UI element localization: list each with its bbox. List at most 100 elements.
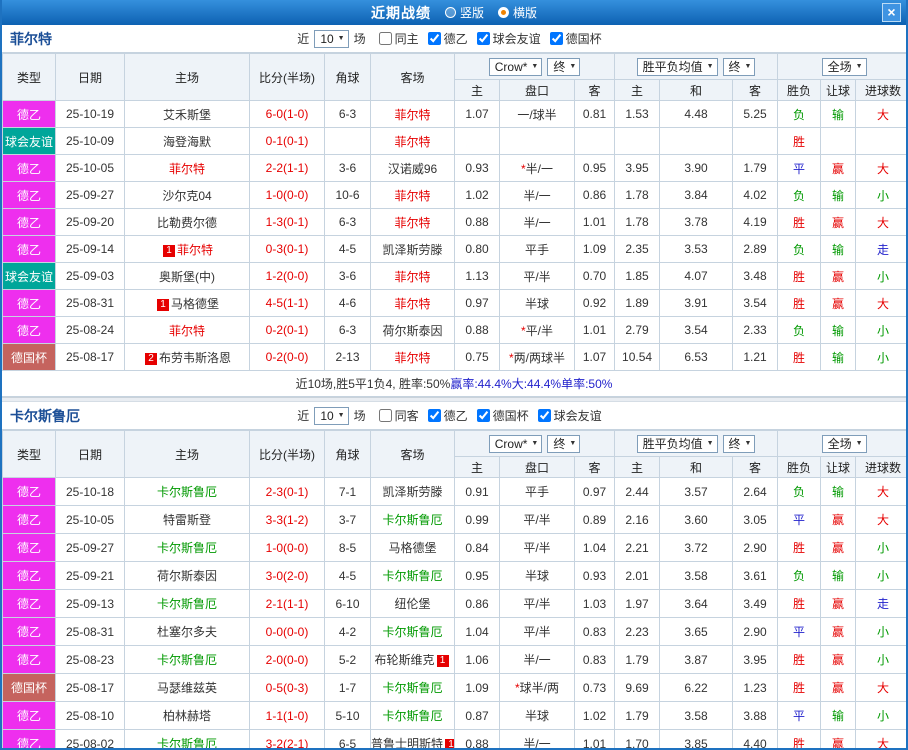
team-label: 荷尔斯泰因 bbox=[156, 569, 217, 583]
filter-option-label: 德乙 bbox=[443, 32, 468, 46]
outcome-result: 胜 bbox=[777, 589, 822, 618]
filter-checkbox[interactable] bbox=[549, 32, 563, 45]
asian-away-odds: 1.01 bbox=[573, 208, 616, 236]
team-filter-bar: 菲尔特 近 10 ▼ 场 同主 德乙 球会友谊 德国杯 bbox=[2, 25, 906, 53]
outcome-result: 胜 bbox=[777, 533, 822, 562]
col-date: 日期 bbox=[55, 430, 125, 478]
layout-toggle: 近期战绩 竖版 横版 bbox=[371, 3, 537, 23]
radio-label: 竖版 bbox=[459, 6, 484, 20]
asian-away-odds: 0.93 bbox=[573, 561, 616, 590]
match-type: 球会友谊 bbox=[2, 127, 56, 155]
handicap-result: 赢 bbox=[820, 154, 857, 182]
odds-final-select[interactable]: 终 ▼ bbox=[547, 57, 581, 76]
odds-company-select[interactable]: Crow* ▼ bbox=[488, 57, 543, 76]
europe-away-odds: 1.23 bbox=[732, 673, 779, 702]
handicap-result: 赢 bbox=[820, 673, 857, 702]
match-count-select[interactable]: 10 ▼ bbox=[314, 406, 349, 425]
filter-option[interactable]: 球会友谊 bbox=[476, 30, 541, 47]
goals-result: 小 bbox=[855, 617, 906, 646]
full-match-select[interactable]: 全场 ▼ bbox=[821, 434, 867, 453]
col-goals-result: 进球数 bbox=[855, 456, 906, 478]
col-goals-result: 进球数 bbox=[855, 79, 906, 101]
radio-icon bbox=[444, 7, 456, 18]
filter-option[interactable]: 德国杯 bbox=[549, 30, 602, 47]
team-label: 普鲁士明斯特 bbox=[371, 737, 444, 750]
asian-home-odds: 0.80 bbox=[454, 235, 500, 263]
europe-home-odds: 1.70 bbox=[614, 729, 661, 748]
filter-checkbox[interactable] bbox=[427, 32, 441, 45]
match-date: 25-10-09 bbox=[55, 127, 125, 155]
asian-handicap: 一/球半 bbox=[499, 100, 575, 128]
filter-checkbox[interactable] bbox=[476, 409, 490, 422]
filter-option-label: 德国杯 bbox=[492, 409, 529, 423]
away-team: 卡尔斯鲁厄 bbox=[370, 505, 455, 534]
filter-checkbox[interactable] bbox=[476, 32, 490, 45]
filter-option-label: 球会友谊 bbox=[553, 409, 602, 423]
odds-company-select[interactable]: Crow* ▼ bbox=[488, 434, 543, 453]
popup-title: 近期战绩 bbox=[370, 4, 431, 21]
filter-option[interactable]: 德乙 bbox=[427, 30, 468, 47]
odds-final-select[interactable]: 终 ▼ bbox=[547, 434, 581, 453]
asian-away-odds: 0.83 bbox=[573, 617, 616, 646]
europe-home-odds: 1.79 bbox=[614, 645, 661, 674]
europe-home-odds: 9.69 bbox=[614, 673, 661, 702]
corner-score bbox=[324, 127, 371, 155]
handicap-result: 赢 bbox=[820, 289, 857, 317]
europe-odds-select[interactable]: 胜平负均值 ▼ bbox=[636, 434, 718, 453]
match-row: 德乙 25-09-21 荷尔斯泰因 3-0(2-0) 4-5 卡尔斯鲁厄 0.95 半球 0.9… bbox=[2, 561, 906, 590]
match-score: 0-0(0-0) bbox=[249, 617, 325, 646]
filter-option[interactable]: 德国杯 bbox=[476, 407, 529, 424]
asian-home-odds: 0.97 bbox=[454, 289, 500, 317]
match-date: 25-08-17 bbox=[55, 343, 125, 371]
filter-option[interactable]: 德乙 bbox=[427, 407, 468, 424]
full-match-select[interactable]: 全场 ▼ bbox=[821, 57, 867, 76]
europe-away-odds: 2.33 bbox=[732, 316, 779, 344]
filter-checkbox[interactable] bbox=[378, 32, 392, 45]
europe-odds-select[interactable]: 胜平负均值 ▼ bbox=[636, 57, 718, 76]
match-score: 0-5(0-3) bbox=[249, 673, 325, 702]
red-card-badge: 1 bbox=[156, 298, 169, 311]
corner-score: 3-7 bbox=[324, 505, 371, 534]
filter-option[interactable]: 同主 bbox=[378, 30, 419, 47]
goals-result: 大 bbox=[855, 208, 906, 236]
asian-odds-group: Crow* ▼ 终 ▼ bbox=[453, 430, 616, 457]
europe-final-select[interactable]: 终 ▼ bbox=[722, 57, 756, 76]
team-label: 汉诺威96 bbox=[387, 161, 438, 176]
asian-handicap: *半/一 bbox=[499, 154, 575, 182]
home-team: 1 菲尔特 bbox=[124, 235, 250, 263]
match-row: 球会友谊 25-09-03 奥斯堡(中) 1-2(0-0) 3-6 菲尔特 1.13 平/半 0… bbox=[2, 262, 906, 290]
match-row: 球会友谊 25-10-09 海登海默 0-1(0-1) 菲尔特 胜 bbox=[2, 127, 906, 155]
summary-part: 单率:50% bbox=[561, 377, 613, 391]
filter-checkbox[interactable] bbox=[537, 409, 551, 422]
layout-radio-vertical[interactable]: 竖版 bbox=[444, 4, 484, 21]
match-date: 25-08-02 bbox=[55, 729, 125, 748]
asian-handicap: 平/半 bbox=[499, 533, 575, 562]
chevron-down-icon: ▼ bbox=[744, 440, 752, 447]
handicap-result: 赢 bbox=[820, 617, 857, 646]
match-type: 德国杯 bbox=[2, 673, 56, 702]
europe-draw-odds: 3.58 bbox=[659, 701, 734, 730]
europe-home-odds: 2.44 bbox=[614, 477, 661, 506]
filter-checkbox[interactable] bbox=[427, 409, 441, 422]
europe-away-odds: 5.25 bbox=[732, 100, 779, 128]
handicap-result: 输 bbox=[820, 343, 857, 371]
handicap-result: 输 bbox=[820, 100, 857, 128]
filter-checkbox-group: 同主 德乙 球会友谊 德国杯 bbox=[378, 30, 611, 47]
corner-score: 4-2 bbox=[324, 617, 371, 646]
filter-option-label: 德乙 bbox=[443, 409, 468, 423]
match-count-select[interactable]: 10 ▼ bbox=[314, 29, 349, 48]
europe-draw-odds: 3.72 bbox=[659, 533, 734, 562]
red-card-badge: 1 bbox=[162, 244, 175, 257]
chevron-down-icon: ▼ bbox=[706, 440, 714, 447]
asian-away-odds: 0.86 bbox=[573, 181, 616, 209]
handicap-result: 输 bbox=[820, 561, 857, 590]
layout-radio-horizontal[interactable]: 横版 bbox=[498, 4, 537, 21]
filter-option[interactable]: 同客 bbox=[378, 407, 419, 424]
close-icon[interactable]: × bbox=[882, 3, 901, 22]
europe-final-select[interactable]: 终 ▼ bbox=[722, 434, 756, 453]
col-corner: 角球 bbox=[324, 430, 371, 478]
filter-checkbox[interactable] bbox=[378, 409, 392, 422]
match-date: 25-08-23 bbox=[55, 645, 125, 674]
away-team: 菲尔特 bbox=[370, 289, 455, 317]
filter-option[interactable]: 球会友谊 bbox=[537, 407, 602, 424]
